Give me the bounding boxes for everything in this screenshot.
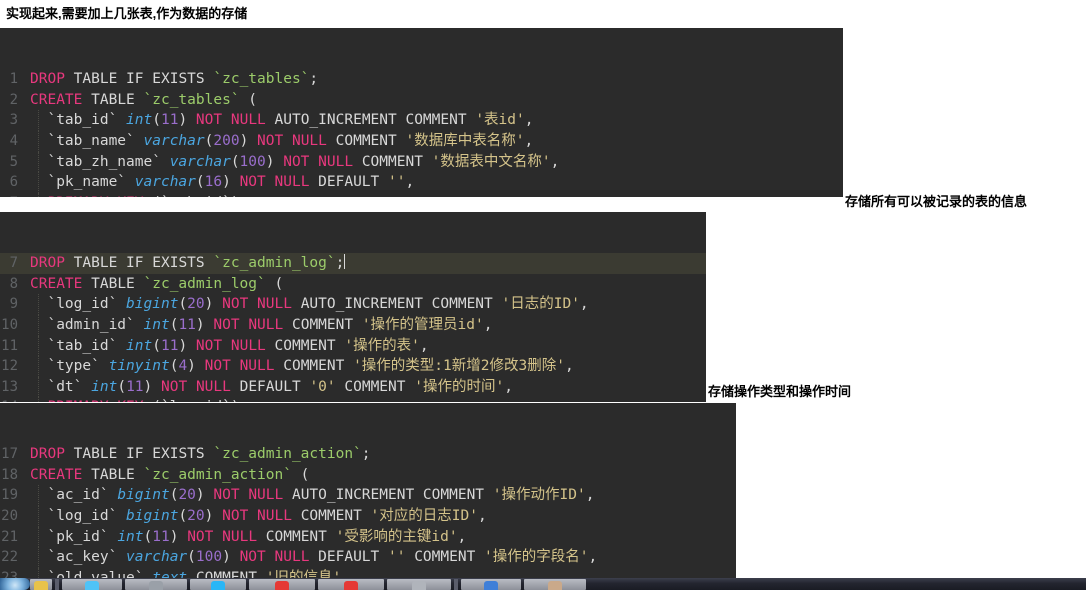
code-block-zc-admin-log[interactable]: 7 DROP TABLE IF EXISTS `zc_admin_log`; 8 CR… — [0, 212, 706, 402]
taskbar-item-icon — [211, 580, 225, 590]
code-line[interactable]: 7 PRIMARY KEY (`tab_id`) — [0, 192, 843, 197]
code-content: 7 DROP TABLE IF EXISTS `zc_admin_log`; 8 CR… — [0, 253, 706, 402]
taskbar-item-icon — [149, 580, 163, 590]
annotation-zc-admin-log: 存储操作类型和操作时间 — [708, 384, 852, 399]
code-line[interactable]: 12 `type` tinyint(4) NOT NULL COMMENT '操… — [0, 356, 706, 377]
line-number: 9 — [9, 296, 18, 313]
taskbar-window-3[interactable] — [190, 578, 246, 590]
line-number: 2 — [9, 91, 18, 108]
quicklaunch-item[interactable] — [30, 578, 52, 590]
code-line[interactable]: 8 CREATE TABLE `zc_admin_log` ( — [0, 274, 706, 295]
taskbar-item-icon — [548, 580, 562, 590]
code-content: 17 DROP TABLE IF EXISTS `zc_admin_action`… — [0, 444, 736, 579]
taskbar-window-2[interactable] — [125, 578, 187, 590]
line-number: 19 — [1, 487, 18, 504]
code-line[interactable]: 4 `tab_name` varchar(200) NOT NULL COMME… — [0, 130, 843, 152]
annotation-zc-tables: 存储所有可以被记录的表的信息 — [845, 194, 1028, 209]
code-line[interactable]: 5 `tab_zh_name` varchar(100) NOT NULL CO… — [0, 151, 843, 173]
start-button[interactable] — [0, 578, 30, 590]
line-number: 4 — [9, 132, 18, 149]
taskbar-divider — [55, 578, 59, 590]
taskbar-window-5[interactable] — [318, 578, 384, 590]
line-number: 8 — [9, 275, 18, 292]
code-line[interactable]: 14 PRIMARY KEY (`log_id`) — [0, 397, 706, 402]
code-line[interactable]: 2 CREATE TABLE `zc_tables` ( — [0, 90, 843, 111]
code-line[interactable]: 13 `dt` int(11) NOT NULL DEFAULT '0' COM… — [0, 376, 706, 398]
code-line[interactable]: 19 `ac_id` bigint(20) NOT NULL AUTO_INCR… — [0, 485, 736, 506]
line-number: 5 — [9, 153, 18, 170]
taskbar-item-icon — [34, 580, 48, 590]
taskbar[interactable] — [0, 578, 1086, 590]
line-number: 1 — [9, 71, 18, 88]
line-number: 17 — [1, 446, 18, 463]
taskbar-window-8[interactable] — [524, 578, 586, 590]
line-number: 14 — [0, 397, 18, 402]
line-number: 11 — [1, 337, 18, 354]
line-number: 6 — [9, 174, 18, 191]
line-number: 3 — [9, 112, 18, 129]
code-line[interactable]: 18 CREATE TABLE `zc_admin_action` ( — [0, 465, 736, 486]
page-note: 实现起来,需要加上几张表,作为数据的存储 — [6, 6, 248, 21]
taskbar-divider — [454, 578, 458, 590]
code-line[interactable]: 22 `ac_key` varchar(100) NOT NULL DEFAUL… — [0, 547, 736, 568]
code-line[interactable]: 3 `tab_id` int(11) NOT NULL AUTO_INCREME… — [0, 110, 843, 131]
code-line[interactable]: 10 `admin_id` int(11) NOT NULL COMMENT '… — [0, 314, 706, 336]
taskbar-item-icon — [344, 580, 358, 590]
line-number: 10 — [1, 316, 18, 333]
line-number: 13 — [1, 378, 18, 395]
taskbar-item-icon — [484, 580, 498, 590]
code-line[interactable]: 7 DROP TABLE IF EXISTS `zc_admin_log`; — [0, 253, 706, 274]
taskbar-window-4[interactable] — [249, 578, 315, 590]
taskbar-item-icon — [412, 580, 426, 590]
line-number: 20 — [1, 507, 18, 524]
code-line[interactable]: 20 `log_id` bigint(20) NOT NULL COMMENT … — [0, 505, 736, 527]
code-content: 1 DROP TABLE IF EXISTS `zc_tables`; 2 CREAT… — [0, 69, 843, 197]
code-line[interactable]: 17 DROP TABLE IF EXISTS `zc_admin_action`… — [0, 444, 736, 465]
taskbar-window-6[interactable] — [387, 578, 451, 590]
code-block-zc-tables[interactable]: 1 DROP TABLE IF EXISTS `zc_tables`; 2 CREAT… — [0, 28, 843, 197]
line-number: 7 — [9, 255, 18, 272]
taskbar-item-icon — [275, 580, 289, 590]
line-number: 22 — [1, 549, 18, 566]
code-line[interactable]: 21 `pk_id` int(11) NOT NULL COMMENT '受影响… — [0, 526, 736, 548]
line-number: 12 — [1, 358, 18, 375]
code-line[interactable]: 9 `log_id` bigint(20) NOT NULL AUTO_INCR… — [0, 294, 706, 315]
line-number: 21 — [1, 528, 18, 545]
taskbar-window-1[interactable] — [62, 578, 122, 590]
line-number: 7 — [0, 193, 18, 197]
line-number: 18 — [1, 466, 18, 483]
code-line[interactable]: 11 `tab_id` int(11) NOT NULL COMMENT '操作… — [0, 335, 706, 357]
taskbar-item-icon — [85, 580, 99, 590]
code-line[interactable]: 1 DROP TABLE IF EXISTS `zc_tables`; — [0, 69, 843, 90]
code-block-zc-admin-action[interactable]: 17 DROP TABLE IF EXISTS `zc_admin_action`… — [0, 403, 736, 579]
taskbar-window-7[interactable] — [461, 578, 521, 590]
code-line[interactable]: 6 `pk_name` varchar(16) NOT NULL DEFAULT… — [0, 172, 843, 193]
